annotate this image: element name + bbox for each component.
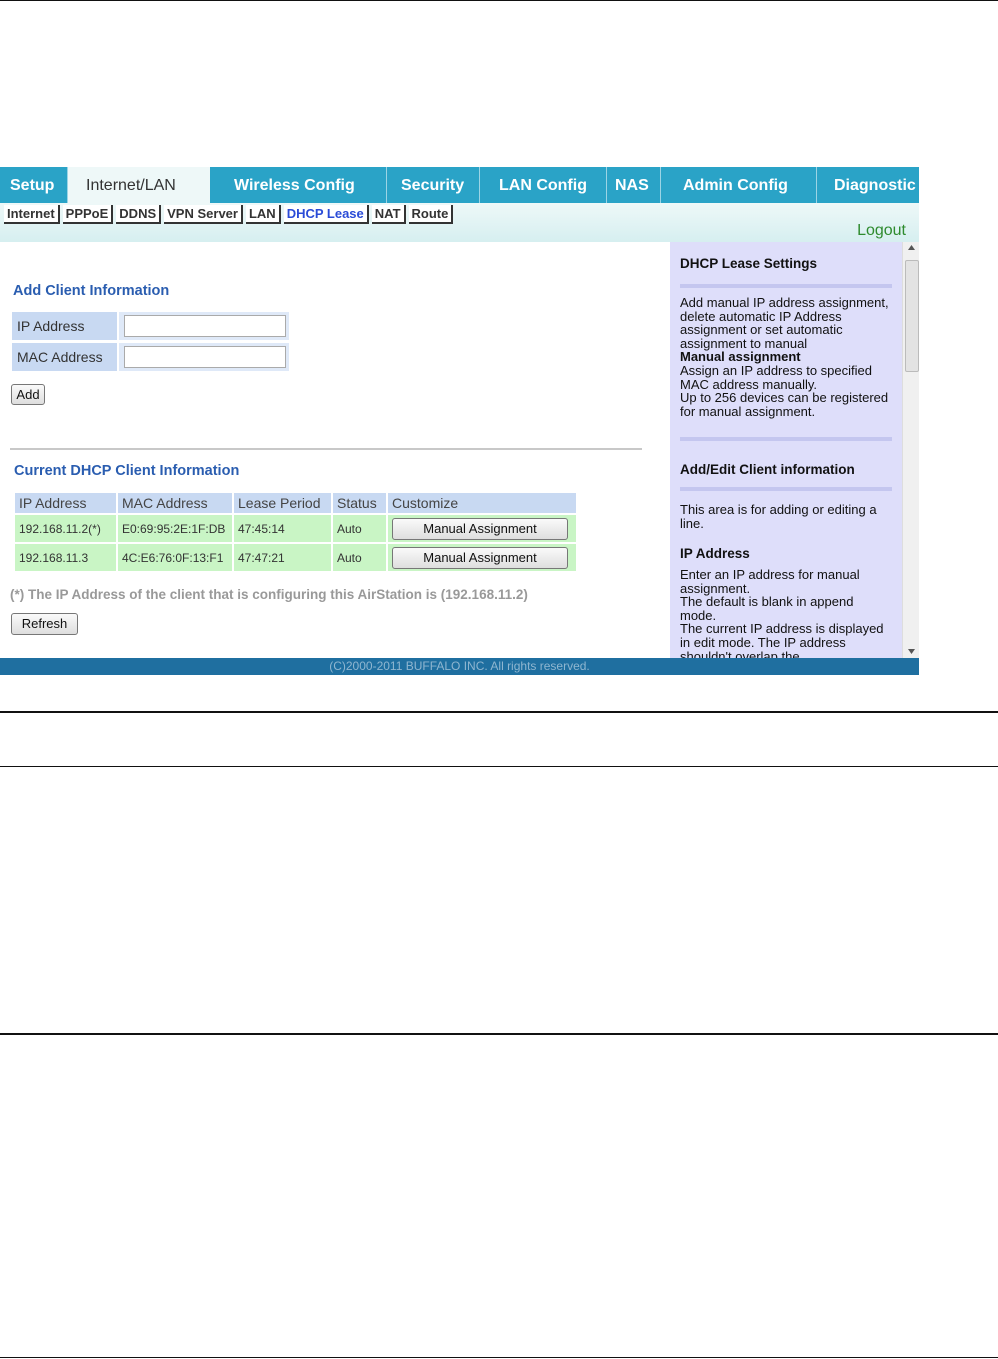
tab-setup[interactable]: Setup xyxy=(0,167,68,203)
add-client-title: Add Client Information xyxy=(13,283,170,299)
row-lease: 47:45:14 xyxy=(234,515,331,542)
configuring-client-note: (*) The IP Address of the client that is… xyxy=(10,587,528,602)
col-customize: Customize xyxy=(388,493,576,513)
row-ip: 192.168.11.2(*) xyxy=(15,515,116,542)
help-separator xyxy=(680,487,892,491)
help-add-edit-title: Add/Edit Client information xyxy=(680,462,855,477)
logout-link[interactable]: Logout xyxy=(857,222,906,240)
row-status: Auto xyxy=(333,544,386,571)
subtab-dhcp-lease[interactable]: DHCP Lease xyxy=(283,205,369,224)
main-content: Add Client Information IP Address MAC Ad… xyxy=(0,242,670,658)
help-ip-text: Enter an IP address for manual assignmen… xyxy=(680,567,884,658)
tab-diagnostic[interactable]: Diagnostic xyxy=(817,167,919,203)
ip-address-input[interactable] xyxy=(124,315,286,337)
table-row: 192.168.11.2(*) E0:69:95:2E:1F:DB 47:45:… xyxy=(15,515,576,542)
col-ip-address: IP Address xyxy=(15,493,116,513)
tab-wireless-config[interactable]: Wireless Config xyxy=(210,167,387,203)
divider-rule-1 xyxy=(0,711,998,713)
router-admin-screenshot: Setup Internet/LAN Wireless Config Secur… xyxy=(0,167,919,675)
subtab-internet[interactable]: Internet xyxy=(4,205,60,224)
divider-rule-2 xyxy=(0,766,998,767)
mac-address-label: MAC Address xyxy=(12,343,117,371)
main-tab-bar: Setup Internet/LAN Wireless Config Secur… xyxy=(0,167,919,203)
subtab-lan[interactable]: LAN xyxy=(245,205,281,224)
tab-nas[interactable]: NAS xyxy=(607,167,661,203)
manual-assignment-button[interactable]: Manual Assignment xyxy=(392,546,568,569)
scrollbar-thumb[interactable] xyxy=(905,260,919,372)
help-title: DHCP Lease Settings xyxy=(680,256,818,271)
tab-lan-config[interactable]: LAN Config xyxy=(480,167,607,203)
help-pane: DHCP Lease Settings Add manual IP addres… xyxy=(670,242,902,658)
help-scrollbar[interactable] xyxy=(902,242,919,658)
dhcp-client-table: IP Address MAC Address Lease Period Stat… xyxy=(13,491,578,573)
col-mac-address: MAC Address xyxy=(118,493,232,513)
section-divider xyxy=(10,448,642,450)
divider-rule-3 xyxy=(0,1033,998,1035)
help-separator xyxy=(680,284,892,288)
tab-internet-lan[interactable]: Internet/LAN xyxy=(68,167,210,203)
help-add-edit-text: This area is for adding or editing a lin… xyxy=(680,502,877,531)
top-rule xyxy=(0,0,998,1)
subtab-route[interactable]: Route xyxy=(408,205,454,224)
subtab-nat[interactable]: NAT xyxy=(371,205,406,224)
tab-admin-config[interactable]: Admin Config xyxy=(661,167,817,203)
table-row: 192.168.11.3 4C:E6:76:0F:13:F1 47:47:21 … xyxy=(15,544,576,571)
row-status: Auto xyxy=(333,515,386,542)
subtab-ddns[interactable]: DDNS xyxy=(116,205,162,224)
refresh-button[interactable]: Refresh xyxy=(11,613,78,635)
help-ip-heading: IP Address xyxy=(680,546,750,561)
row-mac: E0:69:95:2E:1F:DB xyxy=(118,515,232,542)
row-mac: 4C:E6:76:0F:13:F1 xyxy=(118,544,232,571)
footer-copyright: (C)2000-2011 BUFFALO INC. All rights res… xyxy=(0,658,919,675)
ip-address-label: IP Address xyxy=(12,312,117,340)
add-button[interactable]: Add xyxy=(11,384,45,405)
help-intro: Add manual IP address assignment, delete… xyxy=(680,295,889,419)
subtab-vpn-server[interactable]: VPN Server xyxy=(164,205,243,224)
bottom-rule xyxy=(0,1357,998,1358)
sub-tab-bar: Internet PPPoE DDNS VPN Server LAN DHCP … xyxy=(0,203,919,242)
col-lease-period: Lease Period xyxy=(234,493,331,513)
mac-address-input[interactable] xyxy=(124,346,286,368)
help-separator xyxy=(680,437,892,441)
manual-assignment-button[interactable]: Manual Assignment xyxy=(392,517,568,540)
row-ip: 192.168.11.3 xyxy=(15,544,116,571)
current-clients-title: Current DHCP Client Information xyxy=(14,463,240,479)
add-client-form: IP Address MAC Address xyxy=(12,312,289,374)
row-lease: 47:47:21 xyxy=(234,544,331,571)
tab-security[interactable]: Security xyxy=(387,167,480,203)
col-status: Status xyxy=(333,493,386,513)
subtab-pppoe[interactable]: PPPoE xyxy=(62,205,114,224)
